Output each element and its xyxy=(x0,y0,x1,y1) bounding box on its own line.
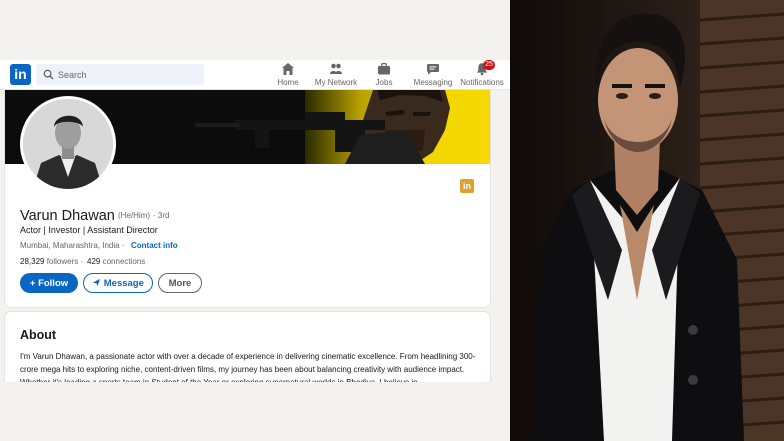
nav-messaging[interactable]: Messaging xyxy=(413,62,453,87)
search-input[interactable] xyxy=(58,64,198,85)
profile-pronouns: (He/Him) xyxy=(118,211,150,220)
nav-notifications[interactable]: 25 Notifications xyxy=(458,60,506,87)
more-button[interactable]: More xyxy=(158,273,202,293)
profile-location: Mumbai, Maharashtra, India · xyxy=(20,241,125,250)
actor-portrait-photo xyxy=(512,0,784,441)
nav-home-label: Home xyxy=(277,78,299,87)
message-button-label: Message xyxy=(103,277,144,289)
nav-home[interactable]: Home xyxy=(276,62,300,87)
linkedin-screenshot: in Home My Network xyxy=(0,0,510,441)
nav-messaging-label: Messaging xyxy=(413,78,453,87)
top-navigation-bar: in Home My Network xyxy=(0,60,510,90)
avatar-portrait-image xyxy=(23,99,113,189)
bottom-crop-area xyxy=(0,382,510,441)
linkedin-logo-icon[interactable]: in xyxy=(10,64,31,85)
company-logo-icon[interactable]: in xyxy=(460,179,474,193)
messaging-icon xyxy=(426,64,440,75)
nav-jobs-label: Jobs xyxy=(375,78,393,87)
followers-label: followers · xyxy=(46,257,84,266)
briefcase-icon xyxy=(378,63,390,75)
connections-label: connections xyxy=(102,257,146,266)
connections-count[interactable]: 429 connections xyxy=(87,257,145,266)
nav-my-network[interactable]: My Network xyxy=(314,62,358,87)
network-icon xyxy=(330,63,342,74)
plus-icon: + xyxy=(29,277,36,289)
home-icon xyxy=(282,63,294,75)
follow-button[interactable]: + Follow xyxy=(20,273,78,293)
followers-count[interactable]: 28,329 followers · xyxy=(20,257,83,266)
portrait-image xyxy=(512,0,784,441)
search-icon xyxy=(43,69,54,80)
notification-count-badge: 25 xyxy=(483,60,495,70)
profile-avatar[interactable] xyxy=(20,96,116,192)
profile-name: Varun Dhawan xyxy=(20,208,115,224)
nav-notifications-label: Notifications xyxy=(460,78,504,87)
contact-info-link[interactable]: Contact info xyxy=(131,241,178,250)
connection-degree: · 3rd xyxy=(153,211,170,220)
nav-network-label: My Network xyxy=(314,78,358,87)
search-box[interactable] xyxy=(36,64,204,85)
send-icon xyxy=(93,278,101,286)
connections-number: 429 xyxy=(87,257,101,266)
profile-card: in Varun Dhawan (He/Him) · 3rd Actor | I… xyxy=(5,90,490,307)
nav-jobs[interactable]: Jobs xyxy=(372,62,396,87)
follow-button-label: Follow xyxy=(38,277,69,289)
message-button[interactable]: Message xyxy=(83,273,153,293)
about-heading: About xyxy=(20,328,57,342)
followers-number: 28,329 xyxy=(20,257,45,266)
profile-headline: Actor | Investor | Assistant Director xyxy=(20,225,158,235)
